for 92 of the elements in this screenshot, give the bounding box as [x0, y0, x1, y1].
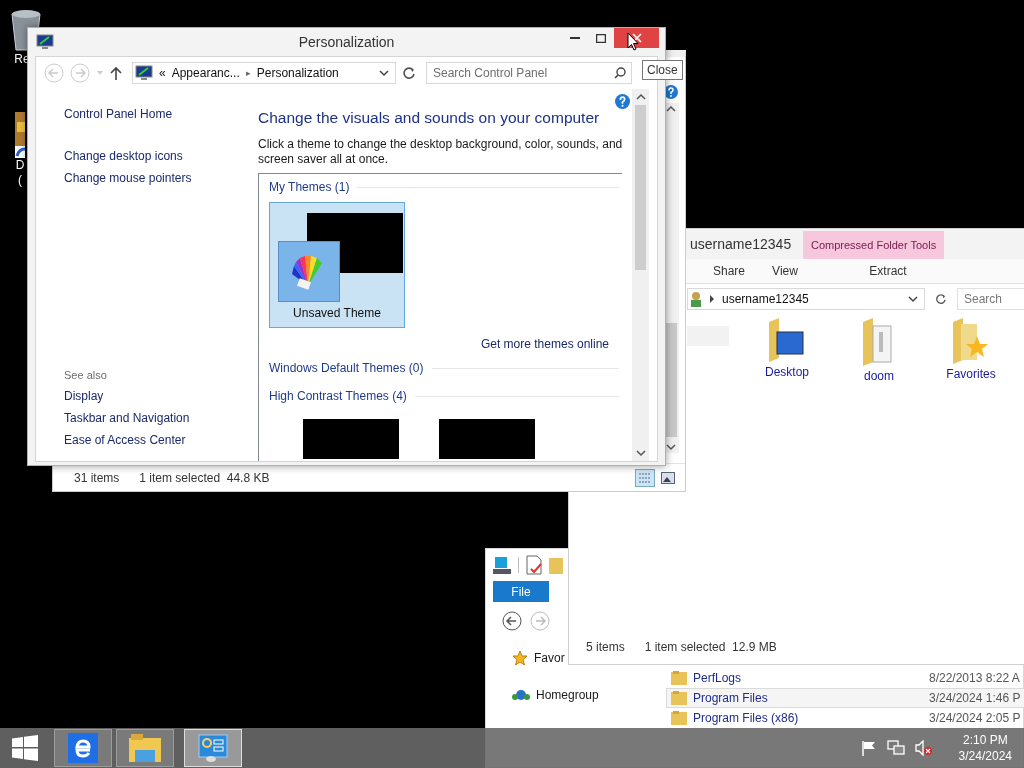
- close-button[interactable]: [614, 28, 659, 48]
- nav-item[interactable]: Homegroup: [536, 688, 599, 702]
- folder-icon: [671, 691, 687, 705]
- clock-date: 3/24/2024: [958, 748, 1012, 764]
- theme-thumbnail[interactable]: [439, 419, 535, 459]
- section-heading: High Contrast Themes (4): [269, 389, 407, 403]
- taskbar-app-button[interactable]: [54, 729, 112, 767]
- task-link[interactable]: Change mouse pointers: [64, 171, 258, 185]
- desktop-icon-label[interactable]: (: [18, 173, 22, 188]
- address-bar[interactable]: « Appearanc... ▸ Personalization: [132, 62, 396, 84]
- page-heading: Change the visuals and sounds on your computer: [258, 109, 601, 127]
- ribbon-tab[interactable]: View: [757, 264, 813, 278]
- scrollbar[interactable]: [632, 89, 649, 461]
- selection-info: 1 item selected 44.8 KB: [139, 470, 270, 485]
- refresh-icon[interactable]: [402, 66, 416, 80]
- help-icon[interactable]: [615, 94, 630, 109]
- ribbon-tab[interactable]: Extract: [858, 264, 918, 278]
- folder-name[interactable]: doom: [864, 369, 894, 383]
- file-row[interactable]: PerfLogs 8/22/2013 8:22 A: [666, 668, 1024, 688]
- folder-icon: [671, 711, 687, 725]
- flag-icon[interactable]: [860, 740, 877, 756]
- refresh-icon[interactable]: [935, 292, 947, 306]
- theme-thumbnail[interactable]: [303, 419, 399, 459]
- item-count: 5 items: [586, 640, 625, 654]
- get-more-themes-link[interactable]: Get more themes online: [480, 337, 609, 351]
- ribbon-tab[interactable]: Share: [701, 264, 757, 278]
- back-icon[interactable]: [502, 611, 522, 631]
- folder-icon: [129, 734, 161, 762]
- nav-item[interactable]: Favor: [534, 651, 565, 665]
- selection-info: 1 item selected 12.9 MB: [644, 640, 777, 654]
- user-icon: [690, 291, 702, 307]
- file-row[interactable]: Program Files (x86) 3/24/2024 2:05 P: [666, 708, 1024, 728]
- scroll-down-icon[interactable]: [665, 443, 676, 451]
- theme-tile[interactable]: Unsaved Theme: [269, 202, 405, 328]
- clock[interactable]: 2:10 PM 3/24/2024: [958, 732, 1012, 764]
- desktop-folder-icon: [767, 318, 807, 362]
- see-also-link[interactable]: Ease of Access Center: [64, 433, 258, 447]
- file-name: Program Files: [693, 691, 769, 705]
- item-count: 31 items: [74, 470, 120, 485]
- see-also-link[interactable]: Taskbar and Navigation: [64, 411, 258, 425]
- up-arrow-icon[interactable]: [110, 66, 122, 80]
- shortcut-icon[interactable]: [15, 112, 25, 158]
- file-date: 3/24/2024 1:46 P: [929, 691, 1021, 705]
- window-title: Personalization: [298, 34, 395, 50]
- file-date: 8/22/2013 8:22 A: [929, 671, 1020, 685]
- description-text: Click a theme to change the desktop background, color, sounds, and screen saver all at once.: [258, 137, 622, 167]
- network-icon[interactable]: [886, 740, 905, 756]
- section-heading: Windows Default Themes (0): [269, 361, 424, 375]
- see-also-link[interactable]: Display: [64, 389, 258, 403]
- star-icon: [512, 650, 528, 666]
- computer-icon[interactable]: [492, 555, 512, 575]
- chevron-icon: [709, 295, 715, 303]
- dropdown-icon[interactable]: [908, 295, 919, 303]
- clock-time: 2:10 PM: [962, 732, 1008, 748]
- large-icons-view-icon[interactable]: [661, 471, 675, 484]
- control-panel-icon: [197, 733, 229, 763]
- file-date: 3/24/2024 2:05 P: [929, 711, 1021, 725]
- contextual-tab-label: Compressed Folder Tools: [803, 231, 945, 259]
- close-icon: [631, 33, 642, 43]
- network-icon: [512, 687, 530, 703]
- folder-name[interactable]: Desktop: [765, 365, 809, 379]
- task-link[interactable]: Change desktop icons: [64, 149, 258, 163]
- scroll-up-icon[interactable]: [665, 105, 676, 113]
- control-panel-home-link[interactable]: Control Panel Home: [64, 107, 258, 121]
- minimize-icon: [570, 37, 580, 39]
- dropdown-icon[interactable]: [379, 69, 389, 77]
- folder-icon: [671, 671, 687, 685]
- speaker-muted-icon[interactable]: [914, 740, 933, 756]
- monitor-icon: [135, 65, 153, 81]
- search-field[interactable]: Search: [957, 288, 1024, 310]
- file-tab[interactable]: File: [493, 581, 549, 602]
- maximize-icon: [596, 33, 606, 43]
- see-also-heading: See also: [64, 369, 108, 381]
- document-icon[interactable]: [525, 555, 543, 575]
- pointer-cursor-icon: [627, 32, 639, 51]
- scroll-up-icon[interactable]: [635, 93, 646, 101]
- folder-name[interactable]: Favorites: [946, 367, 996, 381]
- desktop-icon-label[interactable]: D: [15, 158, 25, 173]
- search-field[interactable]: Search Control Panel: [426, 62, 632, 84]
- taskbar-app-button[interactable]: [116, 729, 174, 767]
- monitor-icon: [36, 34, 54, 50]
- file-row[interactable]: Program Files 3/24/2024 1:46 P: [666, 688, 1024, 708]
- window-title: username12345: [690, 236, 793, 252]
- address-bar[interactable]: username12345: [687, 288, 926, 310]
- section-heading: My Themes (1): [269, 180, 350, 194]
- tooltip: Close: [642, 60, 683, 80]
- start-button-icon[interactable]: [12, 735, 38, 761]
- taskbar-app-button[interactable]: [184, 729, 242, 767]
- globe-e-icon: [68, 733, 98, 763]
- file-name: PerfLogs: [693, 671, 743, 685]
- file-name: Program Files (x86): [693, 711, 800, 725]
- scroll-down-icon[interactable]: [635, 449, 646, 457]
